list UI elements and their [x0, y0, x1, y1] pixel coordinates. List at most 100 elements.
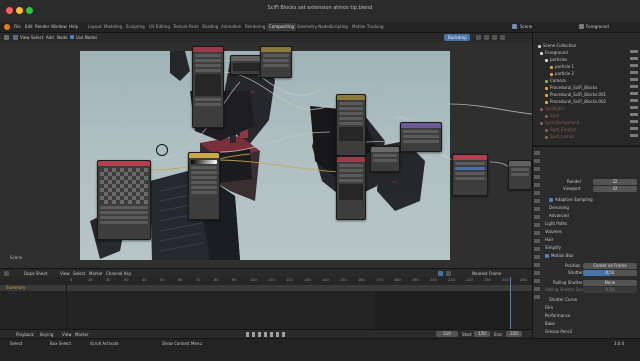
scene-selector[interactable]: Scene	[520, 24, 532, 29]
node-color-ramp[interactable]	[188, 152, 220, 220]
motion-blur-section[interactable]: Motion Blur	[551, 253, 574, 259]
menu-channel[interactable]: Channel	[106, 271, 122, 276]
tab-sculpting[interactable]: Sculpting	[124, 23, 147, 31]
outliner-row-spotlights[interactable]: Spotlights	[533, 106, 640, 112]
pin-icon[interactable]	[492, 35, 497, 40]
menu-view[interactable]: View	[60, 271, 70, 276]
view-menu[interactable]: View	[62, 332, 72, 337]
editor-type-icon[interactable]	[4, 35, 9, 40]
simplify-section[interactable]: Simplify	[545, 245, 561, 251]
node-blur[interactable]	[370, 146, 400, 172]
menu-marker[interactable]: Marker	[89, 271, 103, 276]
outliner-row-spot-emptys[interactable]: Spot_Emptys	[533, 127, 640, 133]
node-viewer[interactable]	[230, 55, 264, 75]
tab-scripting[interactable]: Scripting	[328, 23, 350, 31]
film-section[interactable]: Film	[545, 305, 553, 311]
playback-menu[interactable]: Playback	[16, 332, 34, 337]
node-glare[interactable]	[336, 94, 366, 156]
outliner-row-spot-lamps[interactable]: Spot_Lamps	[533, 134, 640, 140]
tab-texture-paint[interactable]: Texture Paint	[171, 23, 201, 31]
menu-render[interactable]: Render	[35, 24, 49, 29]
outliner-row-blocks[interactable]: Procedural_SciFi_Blocks	[533, 85, 640, 91]
motion-blur-checkbox[interactable]	[545, 254, 549, 258]
bake-section[interactable]: Bake	[545, 321, 555, 327]
tab-modeling[interactable]: Modeling	[102, 23, 124, 31]
shutter-curve-section[interactable]: Shutter Curve	[549, 297, 577, 303]
outliner-row-foreground[interactable]: Foreground	[533, 50, 640, 56]
node-render-layers[interactable]	[192, 46, 224, 128]
proportional-icon[interactable]	[446, 271, 451, 276]
render-samples-field[interactable]: 32	[593, 179, 637, 185]
node-hue-saturation[interactable]	[452, 154, 488, 196]
rolling-duration-field[interactable]: 0.10	[583, 287, 637, 293]
viewport-samples-label: Viewport	[563, 186, 581, 191]
outliner-row-blocks-001[interactable]: Procedural_SciFi_Blocks.001	[533, 92, 640, 98]
outliner-row-particle-1[interactable]: particle 1	[533, 64, 640, 70]
hair-section[interactable]: Hair	[545, 237, 553, 243]
outliner-row-label: particle 1	[555, 64, 574, 69]
menu-node[interactable]: Node	[57, 35, 67, 40]
menu-select[interactable]: Select	[31, 35, 43, 40]
blender-logo-icon[interactable]	[4, 24, 10, 30]
snap-icon[interactable]	[484, 35, 489, 40]
outliner-row-particle-2[interactable]: particle 2	[533, 71, 640, 77]
advanced-section[interactable]: Advanced	[549, 213, 569, 219]
overlay-icon[interactable]	[476, 35, 481, 40]
outliner-row-particles[interactable]: particles	[533, 57, 640, 63]
tab-uv-editing[interactable]: UV Editing	[147, 23, 172, 31]
object-icon	[550, 72, 553, 76]
use-nodes-checkbox[interactable]	[70, 35, 74, 39]
editor-type-icon[interactable]	[4, 271, 9, 276]
menu-file[interactable]: File	[14, 24, 21, 29]
transport-controls[interactable]	[246, 332, 288, 337]
tab-compositing[interactable]: Compositing	[267, 23, 297, 31]
visibility-eye-icons[interactable]	[630, 50, 638, 140]
light-paths-section[interactable]: Light Paths	[545, 221, 567, 227]
menu-select[interactable]: Select	[73, 271, 85, 276]
dopesheet-channels[interactable]: Summary	[0, 277, 532, 329]
tab-shading[interactable]: Shading	[200, 23, 220, 31]
menu-window[interactable]: Window	[51, 24, 67, 29]
outliner-row-spot-background[interactable]: Spot Background	[533, 120, 640, 126]
tab-layout[interactable]: Layout	[86, 23, 104, 31]
node-defocus[interactable]	[336, 156, 366, 220]
keying-menu[interactable]: Keying	[40, 332, 53, 337]
dopesheet-mode-dropdown[interactable]: Dope Sheet	[24, 271, 47, 276]
adaptive-sampling-checkbox[interactable]	[549, 198, 553, 202]
outliner-row-blocks-002[interactable]: Procedural_SciFi_Blocks.002	[533, 99, 640, 105]
tab-animation[interactable]: Animation	[219, 23, 243, 31]
node-mix[interactable]	[260, 46, 292, 78]
end-frame-field[interactable]: 310	[506, 331, 522, 337]
menu-help[interactable]: Help	[69, 24, 78, 29]
start-frame-field[interactable]: 170	[474, 331, 490, 337]
snap-toggle-icon[interactable]	[438, 271, 443, 276]
viewport-samples-field[interactable]: 32	[593, 186, 637, 192]
properties-tab-icons[interactable]	[534, 151, 540, 301]
outliner-row-spot[interactable]: Spot	[533, 113, 640, 119]
timeline-ruler[interactable]: 0 10 20 30 40 50 60 70 80 90 100 110 120 130 140 150 160…	[0, 277, 532, 285]
node-options-icon[interactable]	[500, 35, 505, 40]
outliner-row-camera[interactable]: Camera	[533, 78, 640, 84]
node-color-balance[interactable]	[400, 122, 442, 152]
performance-section[interactable]: Performance	[545, 313, 570, 319]
position-dropdown[interactable]: Center on Frame	[583, 263, 637, 269]
playhead[interactable]	[510, 277, 511, 329]
node-alpha-over-preview[interactable]	[97, 160, 151, 240]
node-composite[interactable]	[508, 160, 532, 190]
grease-pencil-section[interactable]: Grease Pencil	[545, 329, 572, 335]
marker-menu[interactable]: Marker	[75, 332, 89, 337]
tab-motion-tracking[interactable]: Motion Tracking	[350, 23, 385, 31]
menu-edit[interactable]: Edit	[25, 24, 33, 29]
view-layer-selector[interactable]: Foreground	[586, 24, 609, 29]
rolling-shutter-dropdown[interactable]: None	[583, 280, 637, 286]
tab-rendering[interactable]: Rendering	[243, 23, 267, 31]
current-frame-field[interactable]: 310	[436, 331, 458, 337]
snapping-dropdown[interactable]: Nearest Frame	[472, 271, 501, 276]
menu-view[interactable]: View	[20, 35, 30, 40]
menu-add[interactable]: Add	[46, 35, 54, 40]
menu-key[interactable]: Key	[124, 271, 131, 276]
volumes-section[interactable]: Volumes	[545, 229, 562, 235]
shutter-slider[interactable]: 0.50	[583, 270, 637, 276]
denoising-section[interactable]: Denoising	[549, 205, 569, 211]
node-tree-type-icon[interactable]	[13, 35, 18, 40]
